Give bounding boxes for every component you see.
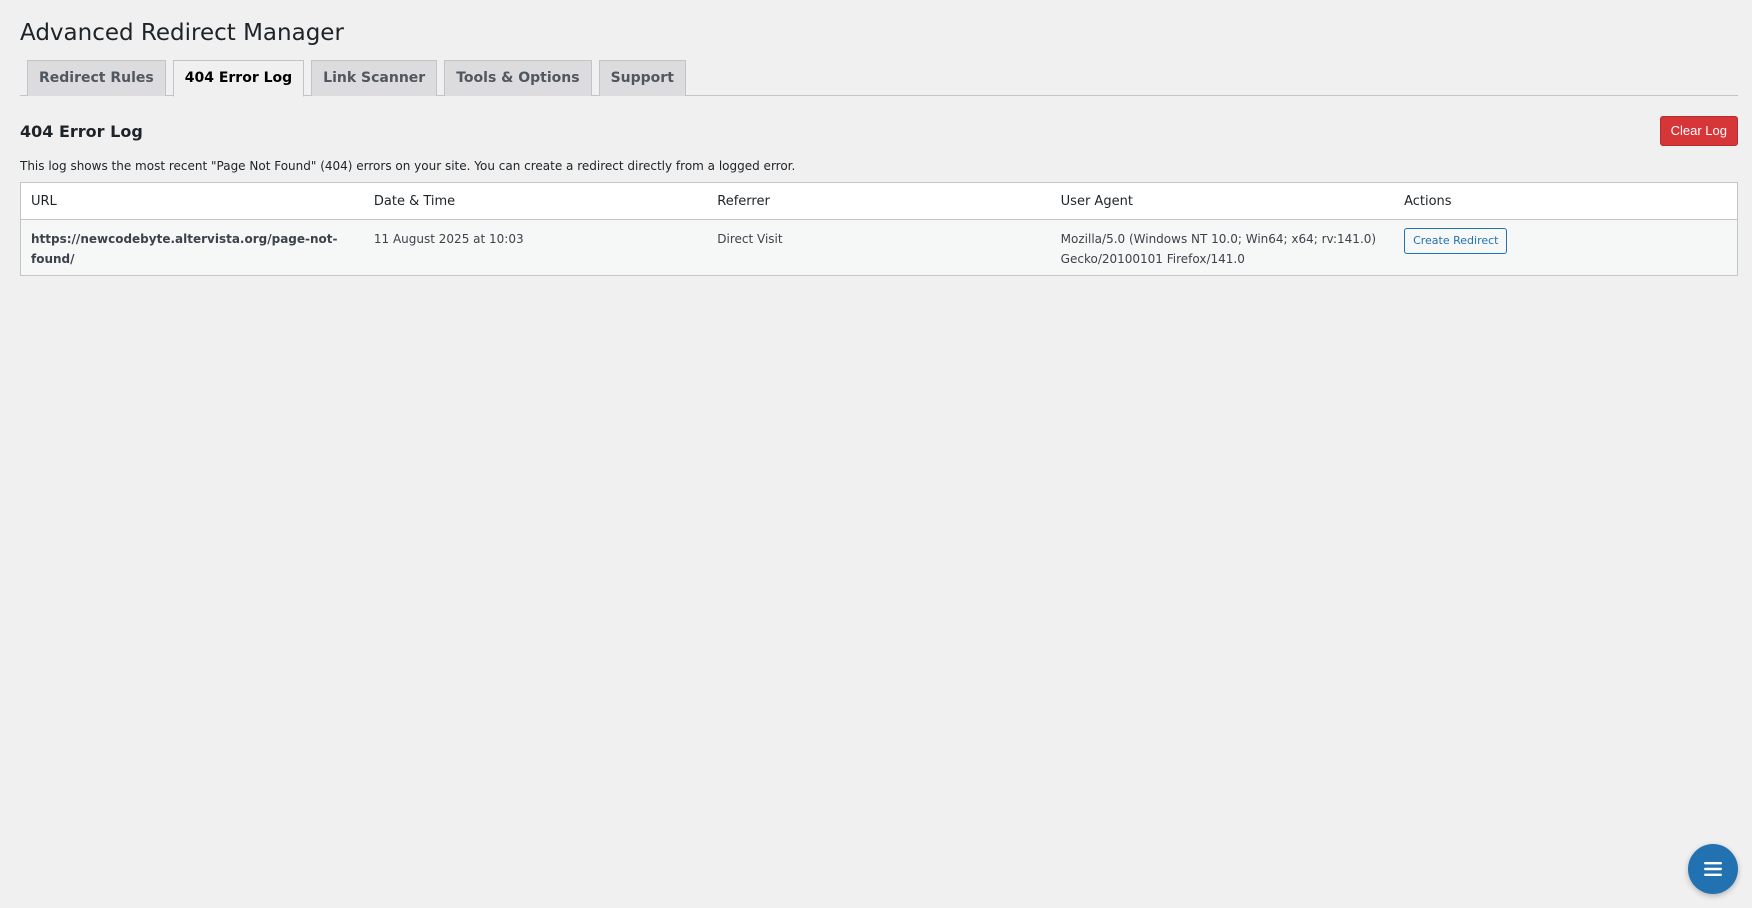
tab-tools-options[interactable]: Tools & Options — [444, 60, 592, 96]
clear-log-button[interactable]: Clear Log — [1659, 116, 1738, 146]
column-header-url: URL — [20, 182, 364, 220]
create-redirect-button[interactable]: Create Redirect — [1404, 228, 1508, 254]
row-referrer: Direct Visit — [707, 219, 1051, 276]
tab-bar: Redirect Rules 404 Error Log Link Scanne… — [20, 60, 1738, 97]
page-wrapper: Advanced Redirect Manager Redirect Rules… — [0, 0, 1752, 908]
row-actions: Create Redirect — [1394, 219, 1738, 276]
section-header: 404 Error Log Clear Log — [20, 96, 1738, 148]
tab-support[interactable]: Support — [598, 60, 686, 96]
floating-menu-button[interactable] — [1688, 844, 1738, 894]
tab-redirect-rules[interactable]: Redirect Rules — [27, 60, 166, 96]
row-url: https://newcodebyte.altervista.org/page-… — [20, 219, 364, 276]
tab-404-error-log[interactable]: 404 Error Log — [172, 60, 305, 97]
section-description: This log shows the most recent "Page Not… — [20, 159, 796, 173]
column-header-user-agent: User Agent — [1050, 182, 1395, 220]
page-title: Advanced Redirect Manager — [20, 20, 344, 46]
column-header-date: Date & Time — [363, 182, 708, 220]
table-header-row: URL Date & Time Referrer User Agent Acti… — [20, 182, 1738, 220]
row-user-agent: Mozilla/5.0 (Windows NT 10.0; Win64; x64… — [1050, 219, 1395, 276]
column-header-referrer: Referrer — [707, 182, 1051, 220]
column-header-actions: Actions — [1394, 182, 1738, 220]
row-date: 11 August 2025 at 10:03 — [363, 219, 708, 276]
section-title: 404 Error Log — [20, 122, 143, 141]
tab-link-scanner[interactable]: Link Scanner — [311, 60, 438, 96]
menu-icon — [1704, 862, 1722, 876]
error-log-table: URL Date & Time Referrer User Agent Acti… — [20, 182, 1738, 276]
table-row: https://newcodebyte.altervista.org/page-… — [20, 219, 1738, 276]
